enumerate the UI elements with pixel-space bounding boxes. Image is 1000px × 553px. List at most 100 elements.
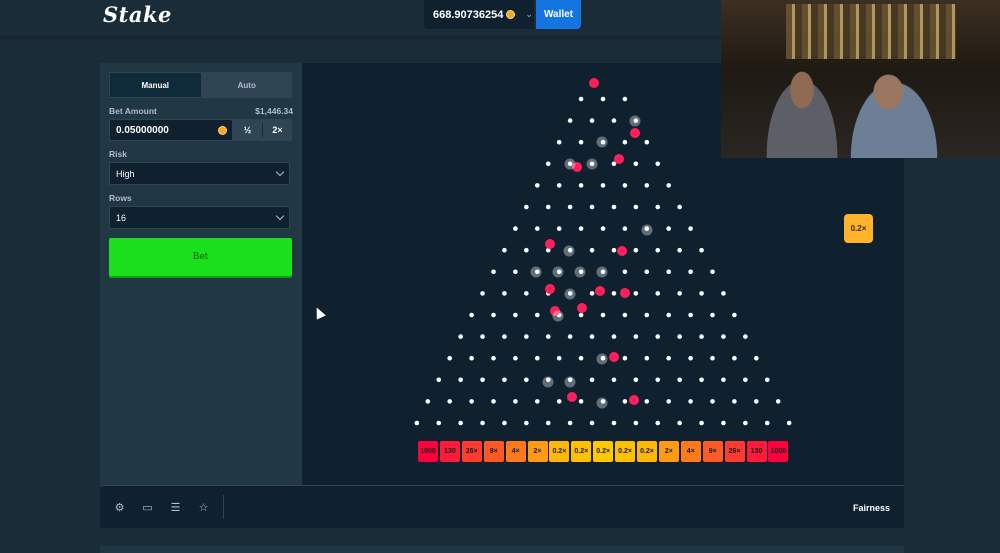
peg: [622, 96, 628, 102]
peg: [710, 399, 715, 404]
peg: [556, 183, 562, 188]
peg: [545, 161, 551, 167]
peg: [633, 291, 639, 296]
peg-hit-glow: [641, 224, 653, 236]
peg: [754, 355, 759, 361]
peg: [589, 420, 595, 426]
multiplier-bucket: 2×: [658, 441, 679, 462]
peg-hit-glow: [629, 115, 641, 127]
tab-manual[interactable]: Manual: [109, 72, 202, 98]
peg-hit-glow: [564, 376, 576, 388]
last-multiplier-badge: 0.2×: [844, 214, 873, 243]
peg: [502, 291, 507, 296]
bet-amount-usd: $1,446.34: [255, 106, 293, 116]
peg: [655, 204, 661, 210]
peg: [677, 334, 682, 339]
peg: [436, 377, 442, 383]
theatre-mode-icon[interactable]: ▭: [142, 503, 153, 514]
peg: [644, 399, 650, 404]
bet-amount-input[interactable]: 0.05000000: [109, 119, 233, 141]
peg: [688, 269, 693, 275]
peg: [699, 291, 704, 296]
plinko-ball: [629, 395, 639, 405]
peg: [622, 139, 628, 145]
peg: [633, 334, 639, 339]
streamer-figure: [757, 60, 847, 158]
multiplier-bucket: 26×: [724, 441, 745, 462]
peg: [535, 312, 540, 318]
plinko-ball: [567, 392, 577, 402]
peg: [666, 312, 671, 318]
tab-auto[interactable]: Auto: [201, 72, 292, 98]
peg: [513, 269, 518, 275]
peg: [655, 377, 661, 383]
gear-icon[interactable]: ⚙: [114, 503, 125, 514]
plinko-ball: [595, 286, 605, 296]
peg: [721, 377, 726, 383]
balance-dropdown[interactable]: 668.90736254 ⌄: [424, 0, 534, 29]
stats-icon[interactable]: ☰: [170, 503, 181, 514]
peg: [545, 334, 551, 339]
multiplier-bucket: 0.2×: [549, 441, 570, 462]
rows-select[interactable]: 16: [109, 206, 290, 229]
peg: [491, 355, 496, 361]
risk-select[interactable]: High: [109, 162, 290, 185]
peg: [710, 269, 715, 275]
peg: [458, 334, 463, 339]
peg: [469, 312, 474, 318]
stake-logo[interactable]: Stake: [103, 2, 172, 27]
peg: [513, 226, 518, 231]
peg: [688, 226, 693, 231]
peg: [491, 312, 496, 318]
multiplier-bucket: 130: [439, 441, 460, 462]
peg: [600, 96, 606, 102]
peg: [764, 420, 770, 426]
peg: [567, 420, 573, 426]
peg: [502, 334, 507, 339]
multiplier-bucket: 0.2×: [637, 441, 657, 462]
bet-button[interactable]: Bet: [109, 238, 292, 276]
rows-label-text: Rows: [109, 193, 132, 203]
rows-value: 16: [116, 212, 127, 223]
peg: [622, 226, 628, 231]
bet-amount-row: 0.05000000 ½ 2×: [109, 119, 292, 141]
plinko-ball: [620, 288, 630, 298]
peg: [688, 312, 693, 318]
peg: [611, 291, 617, 296]
peg: [743, 334, 748, 339]
multiplier-bucket: 9×: [483, 441, 504, 462]
peg: [666, 399, 671, 404]
peg: [622, 399, 628, 404]
peg: [764, 377, 770, 383]
peg-hit-glow: [564, 288, 576, 300]
peg: [480, 334, 485, 339]
peg: [699, 334, 704, 339]
peg: [732, 399, 737, 404]
peg: [578, 399, 584, 404]
wallet-button[interactable]: Wallet: [536, 0, 581, 29]
half-bet-button[interactable]: ½: [233, 119, 262, 141]
plinko-ball: [545, 284, 555, 294]
peg: [611, 247, 617, 253]
peg: [447, 399, 452, 404]
peg: [600, 312, 606, 318]
peg: [721, 291, 726, 296]
plinko-ball: [614, 154, 624, 164]
peg: [589, 334, 595, 339]
multiplier-bucket: 1000: [768, 441, 789, 462]
double-bet-button[interactable]: 2×: [263, 119, 292, 141]
star-icon[interactable]: ☆: [198, 503, 209, 514]
peg: [458, 377, 463, 383]
fairness-link[interactable]: Fairness: [853, 503, 890, 513]
peg: [600, 226, 606, 231]
coin-icon: [218, 125, 227, 135]
peg: [425, 399, 431, 404]
peg-hit-glow: [564, 158, 576, 170]
peg: [589, 247, 595, 253]
page-bottom-strip: [100, 546, 904, 553]
peg-hit-glow: [542, 376, 554, 388]
mode-tabs: Manual Auto: [109, 72, 292, 98]
peg-hit-glow: [563, 245, 575, 257]
multiplier-bucket: 9×: [702, 441, 723, 462]
peg: [666, 355, 671, 361]
